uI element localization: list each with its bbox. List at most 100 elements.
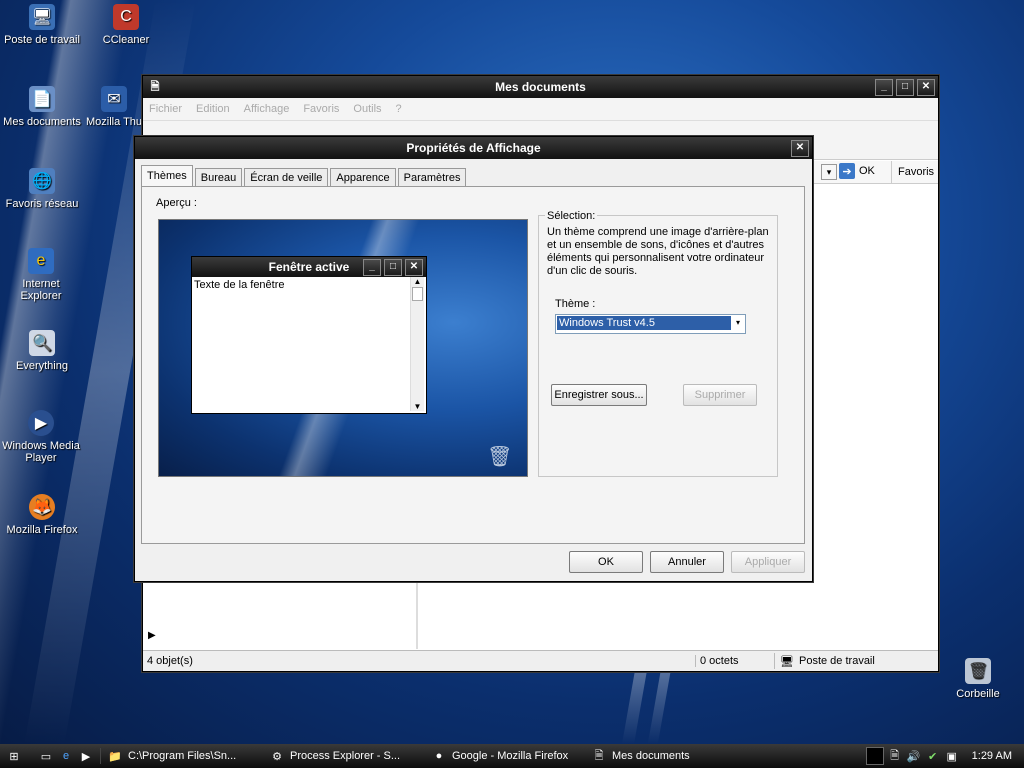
close-button[interactable]: ✕ — [791, 140, 809, 157]
ie-icon: e — [28, 248, 54, 274]
theme-description: Un thème comprend une image d'arrière-pl… — [547, 226, 769, 277]
quick-launch: ▭ e ▶ — [32, 748, 101, 764]
theme-select-value: Windows Trust v4.5 — [557, 316, 731, 330]
desktop-icon-ccleaner[interactable]: C CCleaner — [86, 4, 166, 46]
chevron-down-icon: ▾ — [735, 318, 740, 327]
desktop-icon-media-player[interactable]: ▶ Windows Media Player — [2, 410, 80, 464]
maximize-icon: □ — [384, 259, 402, 276]
preview-active-window: Fenêtre active _ □ ✕ Texte de la fenêtre… — [191, 256, 427, 414]
scroll-down-icon: ▼ — [413, 402, 422, 411]
tab-apparence[interactable]: Apparence — [330, 168, 396, 187]
computer-icon: 🖥 — [780, 655, 794, 668]
maximize-button[interactable]: □ — [896, 79, 914, 96]
firefox-icon: ● — [435, 750, 443, 762]
mouse-cursor-icon: ▶ — [148, 630, 156, 641]
desktop-icon-everything[interactable]: 🔍 Everything — [2, 330, 82, 372]
computer-icon: 🖥 — [29, 4, 55, 30]
status-size: 0 octets — [695, 655, 774, 667]
close-button[interactable]: ✕ — [917, 79, 935, 96]
media-player-icon: ▶ — [28, 410, 54, 436]
desktop-icon-mes-documents[interactable]: 📄 Mes documents — [2, 86, 82, 128]
media-player-icon[interactable]: ▶ — [78, 748, 94, 764]
menu-fichier[interactable]: Fichier — [149, 103, 182, 115]
go-arrow-icon: ➔ — [839, 163, 855, 179]
tab-ecran-de-veille[interactable]: Écran de veille — [244, 168, 329, 187]
tab-themes[interactable]: Thèmes — [141, 165, 193, 188]
display-properties-dialog: Propriétés de Affichage ✕ Thèmes Bureau … — [134, 136, 813, 582]
network-icon: 🌐 — [29, 168, 55, 194]
apply-button[interactable]: Appliquer — [731, 551, 805, 573]
menu-outils[interactable]: Outils — [353, 103, 381, 115]
go-button[interactable]: ➔ OK — [839, 163, 875, 179]
preview-label: Aperçu : — [156, 197, 197, 209]
explorer-menubar: Fichier Edition Affichage Favoris Outils… — [143, 98, 938, 121]
process-explorer-icon: ⚙ — [272, 750, 282, 763]
address-dropdown-button[interactable]: ▾ — [821, 164, 837, 180]
desktop-icon-internet-explorer[interactable]: e Internet Explorer — [2, 248, 80, 302]
task-process-explorer[interactable]: ⚙ Process Explorer - S... — [263, 746, 425, 766]
show-desktop-icon[interactable]: ▭ — [38, 748, 54, 764]
system-tray: 🗎 🔊 ✔ ▣ — [860, 747, 966, 765]
favorites-button[interactable]: Favoris — [891, 161, 934, 183]
task-firefox[interactable]: ● Google - Mozilla Firefox — [425, 746, 585, 766]
start-button[interactable]: ⊞ — [0, 746, 32, 766]
close-icon: ✕ — [405, 259, 423, 276]
desktop-icon-corbeille[interactable]: 🗑 Corbeille — [938, 658, 1018, 700]
thunderbird-icon: ✉ — [101, 86, 127, 112]
minimize-button[interactable]: _ — [875, 79, 893, 96]
preview-scrollbar: ▲ ▼ — [410, 277, 424, 411]
theme-select[interactable]: Windows Trust v4.5 ▾ — [555, 314, 746, 334]
ok-button[interactable]: OK — [569, 551, 643, 573]
explorer-statusbar: 4 objet(s) 0 octets 🖥 Poste de travail — [143, 650, 938, 671]
theme-label: Thème : — [555, 298, 596, 310]
windows-logo-icon: ⊞ — [9, 750, 19, 763]
documents-icon: 📄 — [29, 86, 55, 112]
documents-icon: 🗎 — [594, 749, 604, 762]
preview-window-text: Texte de la fenêtre — [194, 279, 285, 291]
ie-icon[interactable]: e — [58, 748, 74, 764]
folder-icon: 📁 — [108, 750, 122, 763]
menu-edition[interactable]: Edition — [196, 103, 230, 115]
tab-strip: Thèmes Bureau Écran de veille Apparence … — [141, 165, 468, 188]
task-mes-documents[interactable]: 🗎 Mes documents — [585, 746, 747, 766]
desktop-icon-poste-de-travail[interactable]: 🖥 Poste de travail — [2, 4, 82, 46]
dialog-titlebar[interactable]: Propriétés de Affichage ✕ — [135, 137, 812, 159]
status-objects: 4 objet(s) — [147, 655, 193, 667]
save-as-button[interactable]: Enregistrer sous... — [551, 384, 647, 406]
tray-window-icon[interactable]: ▣ — [944, 748, 960, 764]
preview-titlebar: Fenêtre active _ □ ✕ — [192, 257, 426, 277]
folder-icon: 🗎 — [150, 80, 160, 93]
explorer-titlebar[interactable]: 🗎 Mes documents _ □ ✕ — [143, 76, 938, 98]
everything-icon: 🔍 — [29, 330, 55, 356]
recycle-bin-icon: 🗑 — [965, 658, 991, 684]
cancel-button[interactable]: Annuler — [650, 551, 724, 573]
dialog-title: Propriétés de Affichage — [406, 141, 541, 155]
firefox-icon: 🦊 — [29, 494, 55, 520]
menu-help[interactable]: ? — [396, 103, 402, 115]
desktop-icon-thunderbird[interactable]: ✉ Mozilla Thunderb — [86, 86, 142, 128]
explorer-title: Mes documents — [495, 80, 586, 94]
menu-favoris[interactable]: Favoris — [303, 103, 339, 115]
menu-affichage[interactable]: Affichage — [244, 103, 290, 115]
desktop-icon-firefox[interactable]: 🦊 Mozilla Firefox — [2, 494, 82, 536]
preview-window-title: Fenêtre active — [268, 260, 350, 274]
volume-icon[interactable]: 🔊 — [906, 748, 922, 764]
desktop-icon-favoris-reseau[interactable]: 🌐 Favoris réseau — [2, 168, 82, 210]
tray-document-icon[interactable]: 🗎 — [887, 748, 903, 764]
taskbar: ⊞ ▭ e ▶ 📁 C:\Program Files\Sn... ⚙ Proce… — [0, 744, 1024, 768]
security-icon[interactable]: ✔ — [925, 748, 941, 764]
ccleaner-icon: C — [113, 4, 139, 30]
selection-group: Sélection: Un thème comprend une image d… — [538, 210, 778, 477]
delete-button[interactable]: Supprimer — [683, 384, 757, 406]
tab-bureau[interactable]: Bureau — [194, 168, 243, 187]
recycle-bin-icon: 🗑 — [487, 446, 513, 468]
tray-app-icon[interactable] — [865, 747, 884, 765]
minimize-icon: _ — [363, 259, 381, 276]
status-location: 🖥 Poste de travail — [774, 653, 938, 669]
theme-preview: Fenêtre active _ □ ✕ Texte de la fenêtre… — [158, 219, 528, 477]
tab-parametres[interactable]: Paramètres — [397, 168, 467, 187]
clock[interactable]: 1:29 AM — [966, 750, 1024, 762]
themes-panel: Aperçu : Fenêtre active _ □ ✕ Texte de l… — [141, 186, 805, 544]
scroll-thumb — [412, 287, 423, 301]
task-program-files[interactable]: 📁 C:\Program Files\Sn... — [101, 746, 263, 766]
